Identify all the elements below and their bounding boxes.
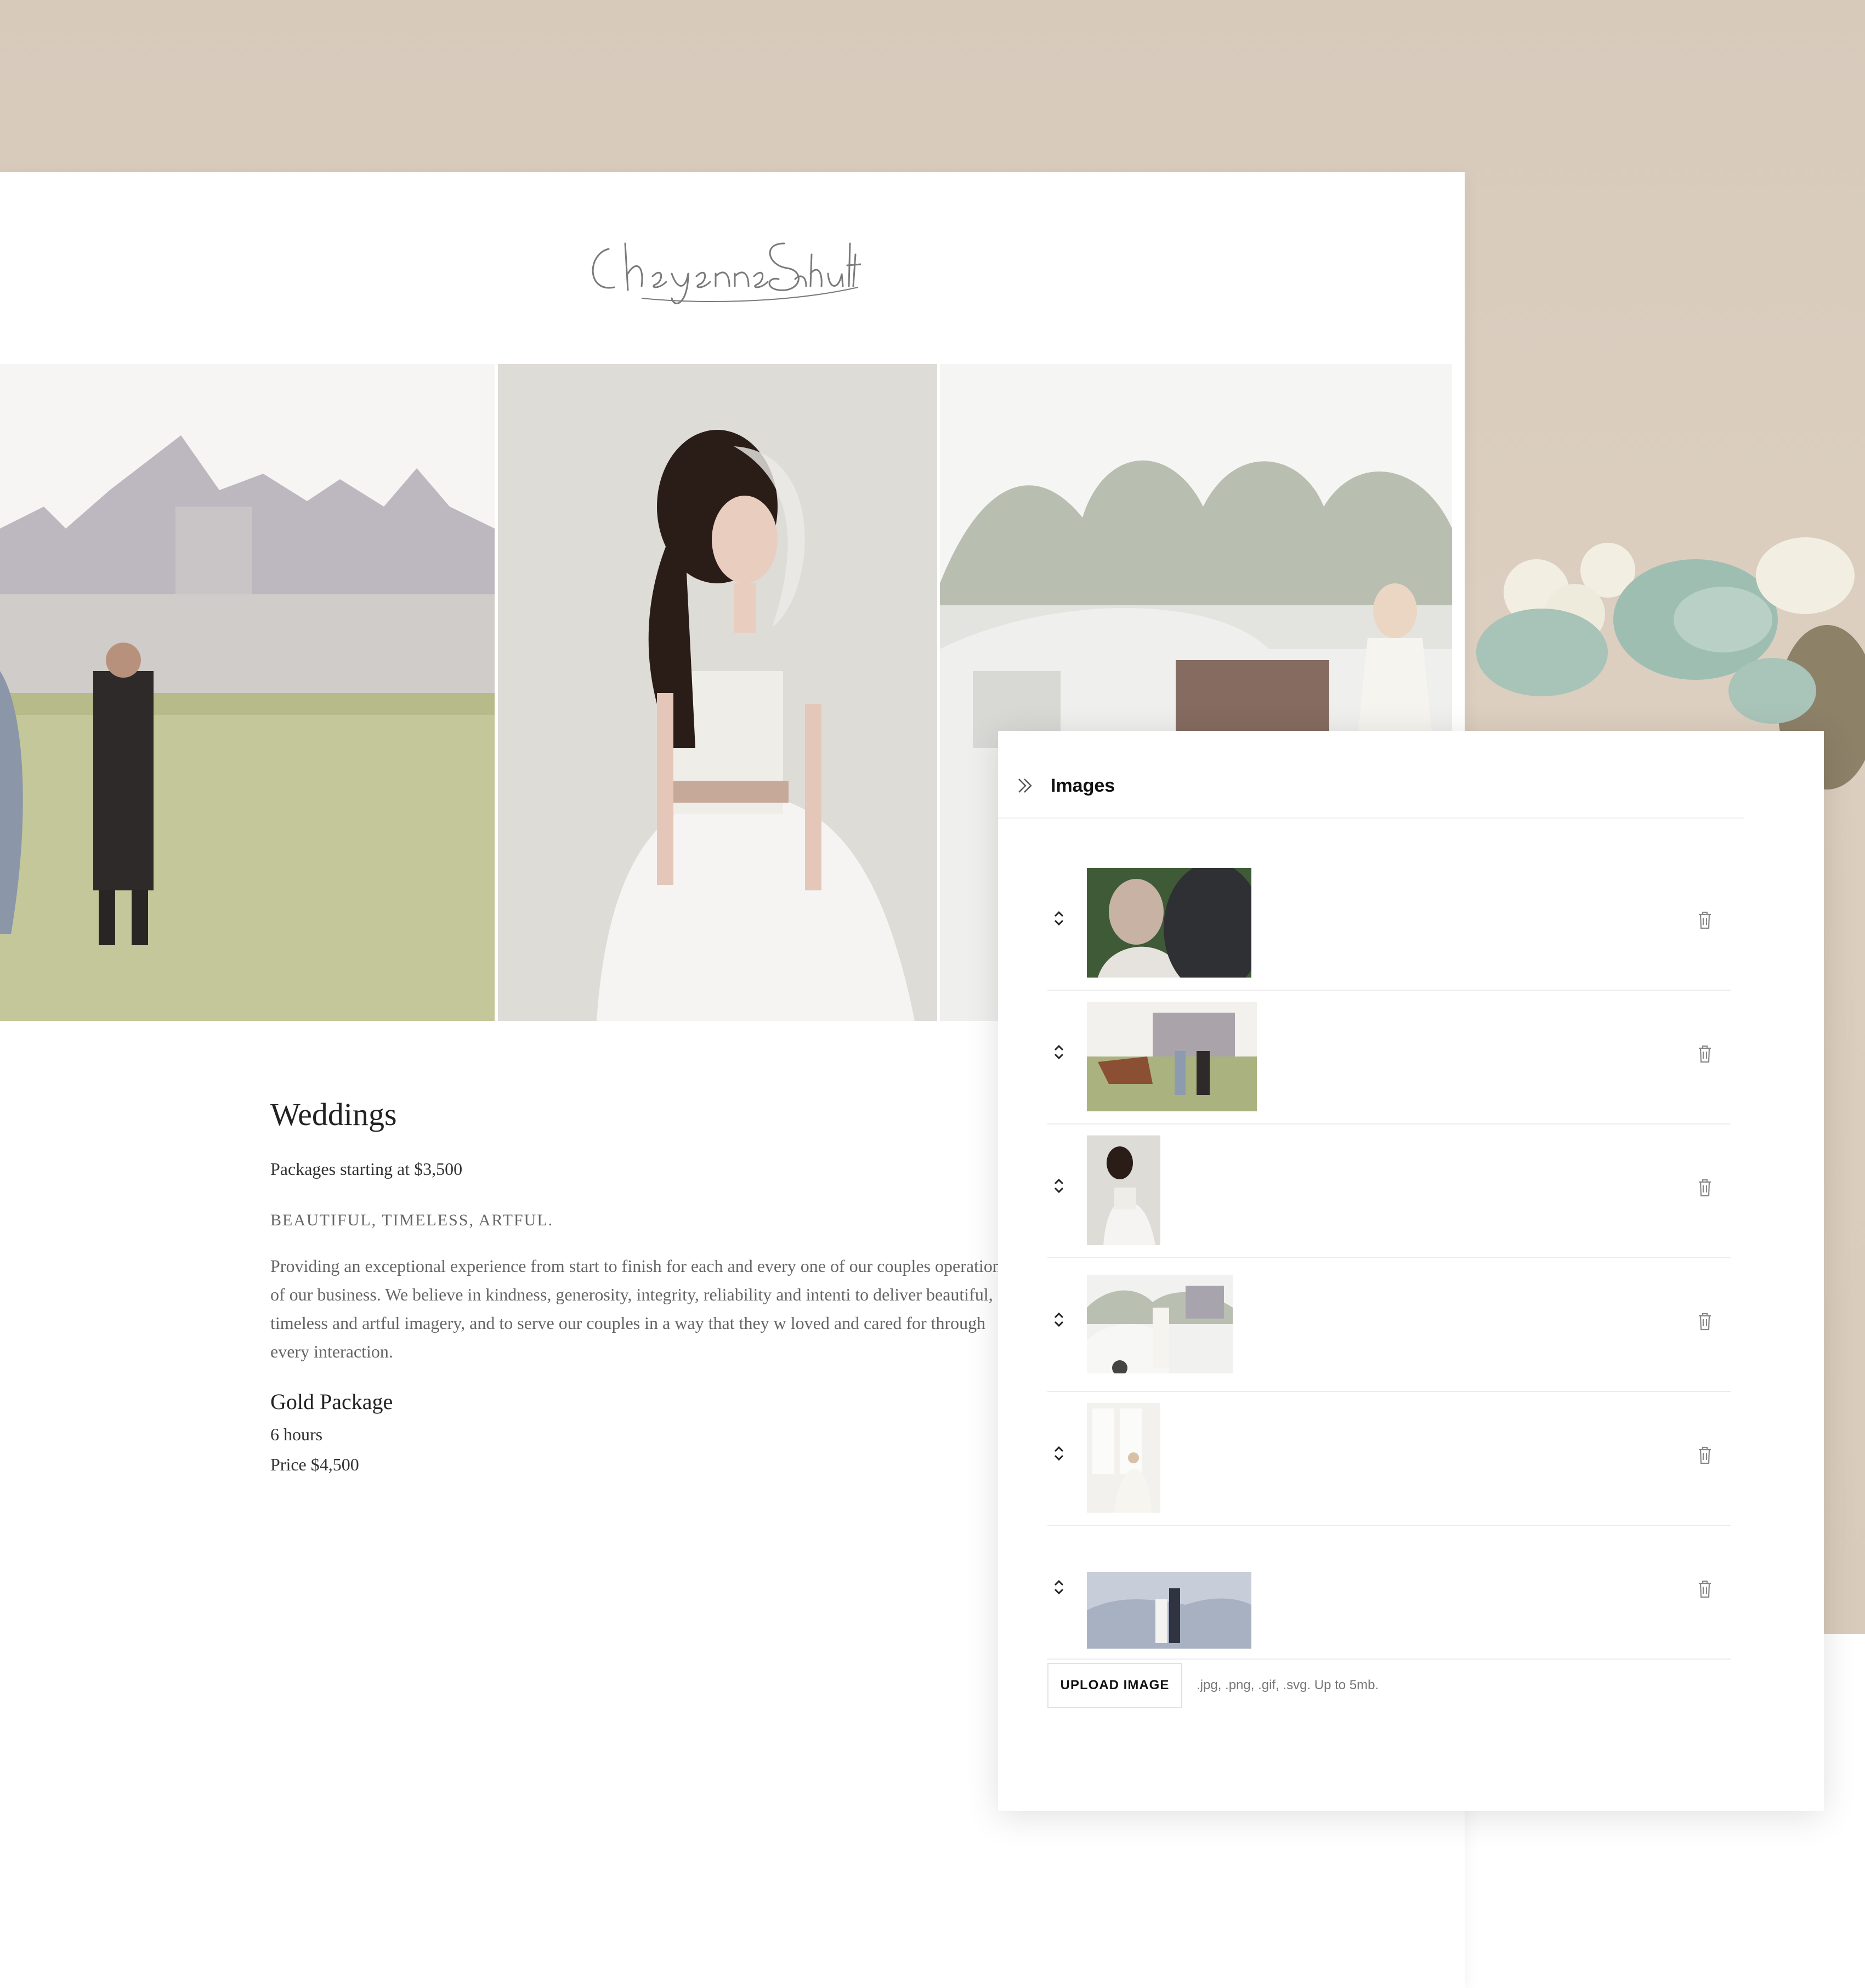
drag-handle-icon[interactable] [1051,1175,1067,1197]
images-panel: Images UPLOAD IMAGE .jpg, .png, .gif, .s… [998,731,1824,1811]
drag-handle-icon[interactable] [1051,1442,1067,1464]
image-row [1047,991,1731,1124]
image-row [1047,1526,1731,1660]
drag-handle-icon[interactable] [1051,907,1067,929]
page-title: Weddings [270,1097,397,1132]
trash-icon[interactable] [1696,1578,1714,1599]
trash-icon[interactable] [1696,1177,1714,1198]
gallery-photo [498,364,937,1021]
trash-icon[interactable] [1696,1311,1714,1332]
trash-icon[interactable] [1696,910,1714,930]
image-row [1047,1124,1731,1258]
divider [998,817,1744,819]
image-row [1047,1258,1731,1392]
gallery-photo [0,364,495,1021]
package-title: Gold Package [270,1389,393,1414]
package-price: Price $4,500 [270,1455,359,1474]
upload-row: UPLOAD IMAGE .jpg, .png, .gif, .svg. Up … [1047,1663,1379,1708]
page-content: Weddings Packages starting at $3,500 BEA… [270,1096,1038,1475]
upload-hint: .jpg, .png, .gif, .svg. Up to 5mb. [1197,1678,1379,1692]
tagline: BEAUTIFUL, TIMELESS, ARTFUL. [270,1211,554,1229]
image-row [1047,857,1731,991]
trash-icon[interactable] [1696,1043,1714,1064]
image-thumbnail[interactable] [1087,1135,1160,1245]
image-thumbnail[interactable] [1087,1002,1257,1111]
panel-title: Images [1051,775,1115,796]
description: Providing an exceptional experience from… [270,1256,1001,1361]
drag-handle-icon[interactable] [1051,1309,1067,1331]
image-row [1047,1392,1731,1526]
image-thumbnail[interactable] [1087,1275,1233,1373]
drag-handle-icon[interactable] [1051,1576,1067,1598]
image-thumbnail[interactable] [1087,1572,1251,1649]
brand-logo [576,221,862,320]
image-thumbnail[interactable] [1087,868,1251,978]
price-line: Packages starting at $3,500 [270,1159,463,1179]
double-chevron-right-icon[interactable] [1014,775,1036,797]
package-duration: 6 hours [270,1424,323,1444]
image-thumbnail[interactable] [1087,1403,1160,1513]
trash-icon[interactable] [1696,1445,1714,1466]
drag-handle-icon[interactable] [1051,1041,1067,1063]
upload-image-button[interactable]: UPLOAD IMAGE [1047,1663,1182,1708]
panel-header: Images [1014,769,1115,802]
image-list [1047,857,1731,1660]
